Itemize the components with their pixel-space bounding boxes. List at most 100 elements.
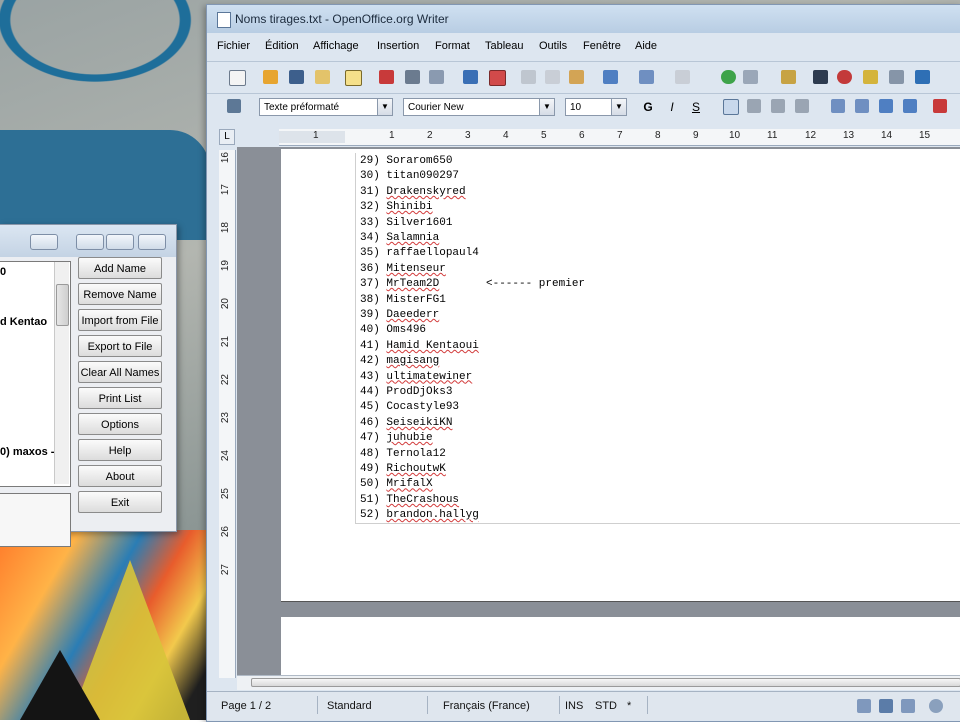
copy-icon[interactable] [545,70,560,84]
language-indicator[interactable]: Français (France) [443,700,530,712]
find-replace-icon[interactable] [813,70,828,84]
font-name-select[interactable]: Courier New ▼ [403,98,555,116]
gallery-icon[interactable] [863,70,878,84]
document-line[interactable]: 34) Salamnia [360,232,439,244]
print-list-button[interactable]: Print List [78,387,162,409]
document-line[interactable]: 43) ultimatewiner [360,371,472,383]
new-document-icon[interactable] [229,70,246,86]
justify-icon[interactable] [795,99,809,113]
document-line[interactable]: 49) RichoutwK [360,463,446,475]
options-button[interactable]: Options [78,413,162,435]
document-line[interactable]: 41) Hamid Kentaoui [360,340,479,352]
document-line[interactable]: 35) raffaellopaul4 [360,247,479,259]
font-color-icon[interactable] [933,99,947,113]
document-line[interactable]: 40) Oms496 [360,324,426,336]
underline-button[interactable]: S [687,98,705,116]
chevron-down-icon[interactable]: ▼ [611,99,626,115]
book-view-icon[interactable] [901,699,915,713]
auto-spellcheck-icon[interactable] [489,70,506,86]
bullets-icon[interactable] [855,99,869,113]
document-line[interactable]: 46) SeiseikiKN [360,417,452,429]
chevron-down-icon[interactable]: ▼ [377,99,392,115]
help-button[interactable]: Help [78,439,162,461]
print-preview-icon[interactable] [429,70,444,84]
open-folder-icon[interactable] [263,70,278,84]
link-icon[interactable] [30,234,58,250]
document-line[interactable]: 45) Cocastyle93 [360,401,459,413]
menu-fenetre[interactable]: Fenêtre [583,40,621,52]
page-indicator[interactable]: Page 1 / 2 [221,700,271,712]
scrollbar-thumb[interactable] [56,284,69,326]
italic-button[interactable]: I [663,98,681,116]
import-from-file-button[interactable]: Import from File [78,309,162,331]
menu-fichier[interactable]: Fichier [217,40,250,52]
align-left-icon[interactable] [723,99,739,115]
document-line[interactable]: 48) Ternola12 [360,448,446,460]
menu-edition[interactable]: Édition [265,40,299,52]
spellcheck-icon[interactable] [463,70,478,84]
document-line[interactable]: 52) brandon.hallyg [360,509,479,521]
menu-tableau[interactable]: Tableau [485,40,524,52]
undo-icon[interactable] [639,70,654,84]
align-center-icon[interactable] [747,99,761,113]
document-line[interactable]: 29) Sorarom650 [360,155,452,167]
vertical-ruler[interactable]: 16 17 18 19 20 21 22 23 24 25 26 27 [219,150,236,678]
zoom-out-icon[interactable] [929,699,943,713]
document-page[interactable] [281,617,960,679]
hyperlink-icon[interactable] [721,70,736,84]
menu-affichage[interactable]: Affichage [313,40,359,52]
document-page[interactable]: 29) Sorarom650 30) titan090297 31) Drakens… [281,149,960,602]
single-page-view-icon[interactable] [857,699,871,713]
save-icon[interactable] [289,70,304,84]
tab-type-selector[interactable]: L [219,129,235,145]
page-style[interactable]: Standard [327,700,372,712]
align-right-icon[interactable] [771,99,785,113]
horizontal-ruler[interactable]: 1 1 2 3 4 5 6 7 8 9 10 11 12 13 14 15 [279,129,960,146]
redo-icon[interactable] [675,70,690,84]
window-titlebar[interactable]: Noms tirages.txt - OpenOffice.org Writer [207,5,960,33]
formatting-marks-icon[interactable] [915,70,930,84]
text-body[interactable]: 29) Sorarom650 30) titan090297 31) Drakens… [355,153,960,524]
document-line[interactable]: 42) magisang [360,355,439,367]
list-item[interactable]: d Kentao [0,316,47,328]
names-listbox[interactable]: 0 d Kentao 0) maxos - [0,261,71,487]
document-line[interactable]: 44) ProdDjOks3 [360,386,452,398]
export-pdf-icon[interactable] [379,70,394,84]
close-icon[interactable] [138,234,166,250]
document-line[interactable]: 37) MrTeam2D [360,278,439,290]
styles-icon[interactable] [227,99,241,113]
selection-mode[interactable]: STD [595,700,617,712]
minimize-icon[interactable] [76,234,104,250]
font-size-select[interactable]: 10 ▼ [565,98,627,116]
document-line[interactable]: 47) juhubie [360,432,433,444]
list-scrollbar[interactable] [54,262,69,484]
document-line[interactable]: 33) Silver1601 [360,217,452,229]
list-item[interactable]: 0) maxos - [0,446,54,458]
exit-button[interactable]: Exit [78,491,162,513]
add-name-button[interactable]: Add Name [78,257,162,279]
scrollbar-thumb[interactable] [251,678,960,687]
table-icon[interactable] [743,70,758,84]
draw-functions-icon[interactable] [781,70,796,84]
about-button[interactable]: About [78,465,162,487]
paragraph-style-select[interactable]: Texte préformaté ▼ [259,98,393,116]
print-icon[interactable] [405,70,420,84]
bold-button[interactable]: G [639,98,657,116]
decrease-indent-icon[interactable] [879,99,893,113]
document-line[interactable]: 38) MisterFG1 [360,294,446,306]
insert-mode[interactable]: INS [565,700,583,712]
document-line[interactable]: 39) Daeederr [360,309,439,321]
menu-aide[interactable]: Aide [635,40,657,52]
picker-titlebar[interactable] [0,225,176,257]
document-line[interactable]: 30) titan090297 [360,170,459,182]
menu-outils[interactable]: Outils [539,40,567,52]
data-sources-icon[interactable] [889,70,904,84]
document-line[interactable]: 50) MrifalX [360,478,433,490]
cut-icon[interactable] [521,70,536,84]
horizontal-scrollbar[interactable] [237,675,960,690]
email-icon[interactable] [315,70,330,84]
menu-format[interactable]: Format [435,40,470,52]
multi-page-view-icon[interactable] [879,699,893,713]
export-to-file-button[interactable]: Export to File [78,335,162,357]
document-line[interactable]: 36) Mitenseur [360,263,446,275]
